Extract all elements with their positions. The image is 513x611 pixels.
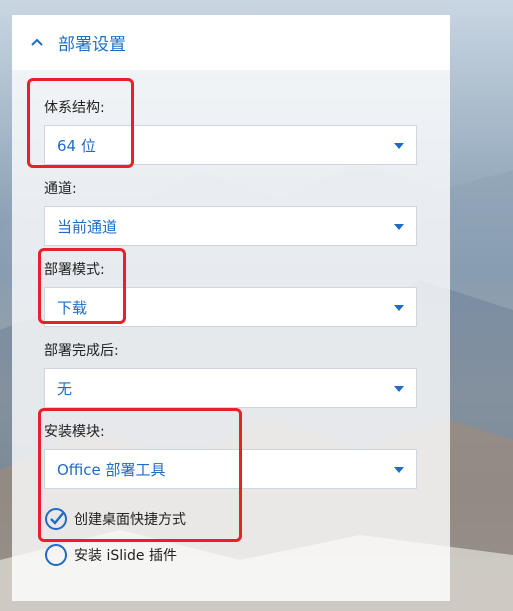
- annotation-box-architecture: [27, 78, 134, 168]
- dropdown-caret-icon: [394, 386, 404, 392]
- panel-header-toggle[interactable]: 部署设置: [12, 15, 450, 70]
- after-deploy-select[interactable]: 无: [44, 368, 417, 408]
- dropdown-caret-icon: [394, 467, 404, 473]
- channel-label: 通道:: [44, 181, 77, 197]
- chevron-up-icon: [31, 38, 43, 46]
- annotation-box-install-module: [38, 408, 242, 542]
- install-islide-checkbox[interactable]: 安装 iSlide 插件: [44, 543, 177, 567]
- after-deploy-label: 部署完成后:: [44, 343, 119, 359]
- unchecked-circle-icon: [45, 544, 67, 566]
- channel-select[interactable]: 当前通道: [44, 206, 417, 246]
- dropdown-caret-icon: [394, 143, 404, 149]
- install-islide-label: 安装 iSlide 插件: [74, 548, 177, 564]
- dropdown-caret-icon: [394, 305, 404, 311]
- after-deploy-value: 无: [57, 379, 73, 398]
- panel-title: 部署设置: [58, 35, 126, 55]
- channel-value: 当前通道: [57, 217, 118, 236]
- annotation-box-deploy-mode: [38, 248, 126, 324]
- dropdown-caret-icon: [394, 224, 404, 230]
